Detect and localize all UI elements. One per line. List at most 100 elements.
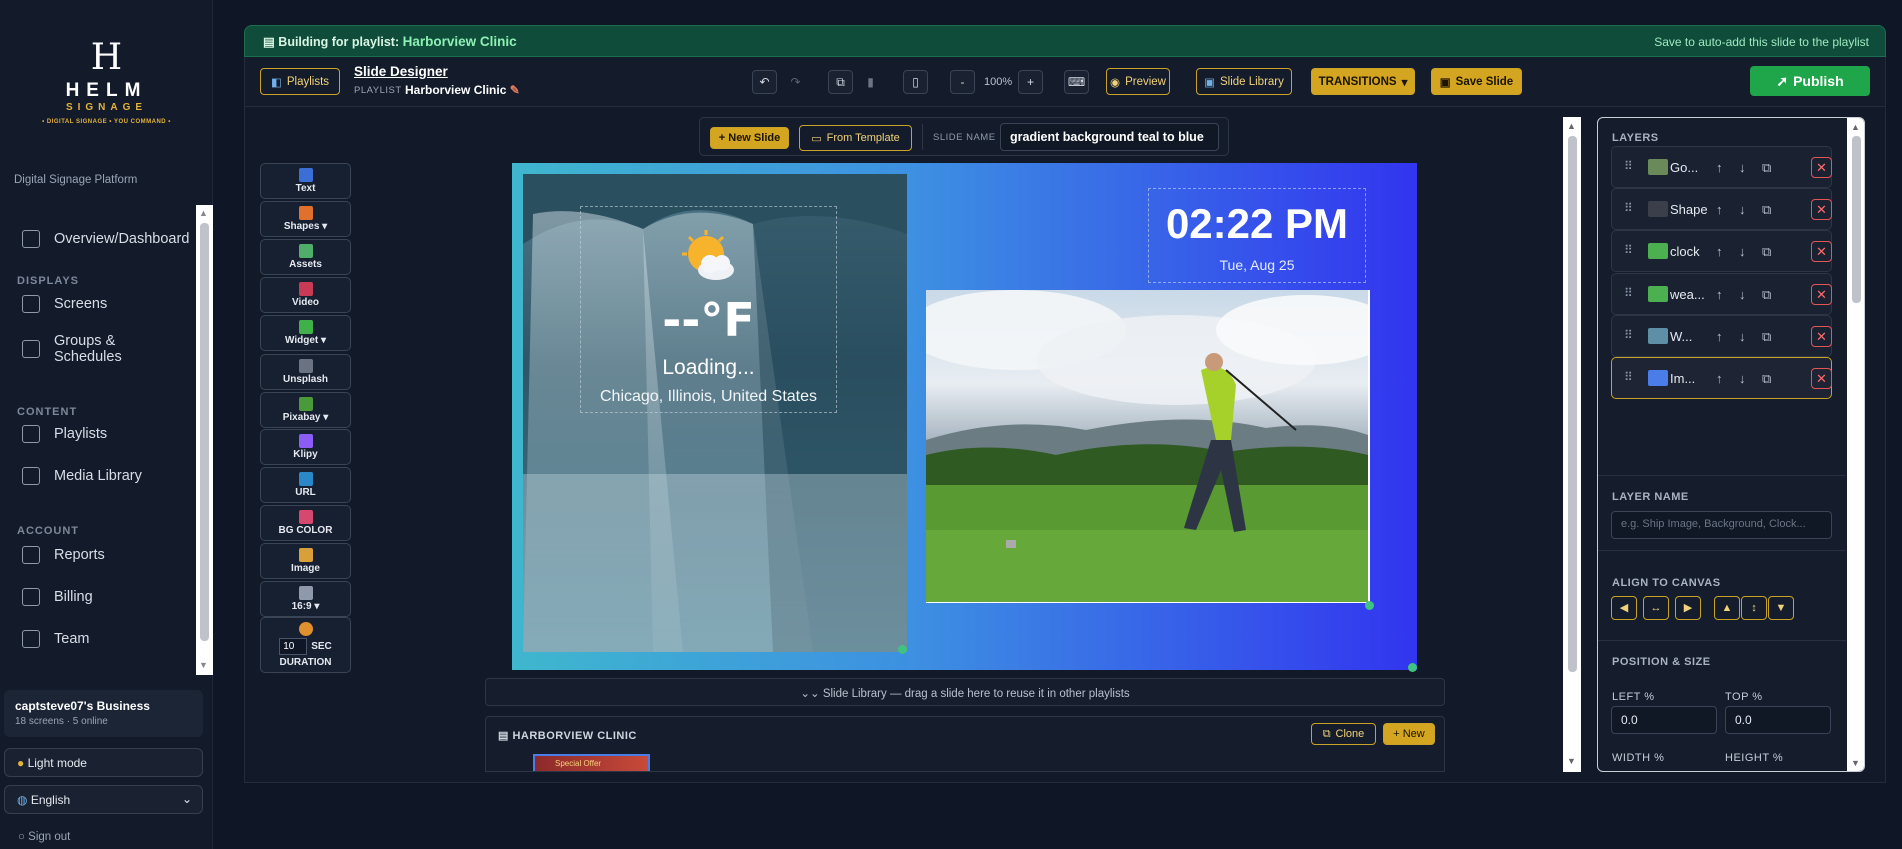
trash-button[interactable]: ▯	[903, 70, 928, 94]
scroll-down-icon[interactable]: ▼	[1567, 756, 1576, 766]
sidebar-item-playlists[interactable]: Playlists	[22, 425, 107, 443]
duplicate-layer-icon[interactable]: ⧉	[1762, 287, 1771, 303]
sidebar-item-overview[interactable]: Overview/Dashboard	[22, 230, 189, 248]
transitions-button[interactable]: TRANSITIONS ▾	[1311, 68, 1415, 95]
sidebar-item-reports[interactable]: Reports	[22, 546, 105, 564]
scroll-down-icon[interactable]: ▼	[1851, 758, 1860, 768]
drag-handle-icon[interactable]: ⠿	[1624, 243, 1633, 257]
drag-handle-icon[interactable]: ⠿	[1624, 159, 1633, 173]
tool-video-button[interactable]: Video	[260, 277, 351, 313]
scroll-up-icon[interactable]: ▲	[199, 208, 208, 218]
layer-name-input[interactable]: e.g. Ship Image, Background, Clock...	[1611, 511, 1832, 539]
slide-thumbnail[interactable]: Special Offer	[533, 754, 650, 771]
delete-layer-icon[interactable]: ✕	[1811, 241, 1832, 263]
layer-item[interactable]: ⠿ Shape ↑ ↓ ⧉ ✕	[1611, 188, 1832, 231]
align-top-button[interactable]: ▲	[1714, 596, 1740, 620]
move-up-icon[interactable]: ↑	[1716, 287, 1723, 302]
keyboard-shortcuts-button[interactable]: ⌨	[1064, 70, 1089, 94]
duplicate-button[interactable]: ⧉	[828, 70, 853, 94]
scroll-up-icon[interactable]: ▲	[1851, 122, 1860, 132]
publish-button[interactable]: ➚ Publish	[1750, 66, 1870, 96]
business-card[interactable]: captsteve07's Business 18 screens · 5 on…	[4, 690, 203, 737]
tool-widget-button[interactable]: Widget ▾	[260, 315, 351, 351]
slide-library-dropzone[interactable]: ⌄⌄ Slide Library — drag a slide here to …	[485, 678, 1445, 706]
resize-handle[interactable]	[898, 645, 907, 654]
delete-layer-icon[interactable]: ✕	[1811, 325, 1832, 347]
duplicate-layer-icon[interactable]: ⧉	[1762, 371, 1771, 387]
align-bottom-button[interactable]: ▼	[1768, 596, 1794, 620]
top-percent-input[interactable]: 0.0	[1725, 706, 1831, 734]
drag-handle-icon[interactable]: ⠿	[1624, 286, 1633, 300]
tool-url-button[interactable]: URL	[260, 467, 351, 503]
sidebar-item-team[interactable]: Team	[22, 630, 89, 648]
panel-scrollbar[interactable]: ▲ ▼	[1847, 118, 1864, 771]
from-template-button[interactable]: ▭ From Template	[799, 125, 912, 151]
layer-item[interactable]: ⠿ Im... ↑ ↓ ⧉ ✕	[1611, 357, 1832, 399]
left-percent-input[interactable]: 0.0	[1611, 706, 1717, 734]
language-select[interactable]: ◍ English ⌄	[4, 785, 203, 814]
move-down-icon[interactable]: ↓	[1739, 371, 1746, 386]
helm-logo[interactable]: H HELM SIGNAGE • DIGITAL SIGNAGE • YOU C…	[0, 40, 213, 126]
resize-handle[interactable]	[1365, 601, 1374, 610]
layer-item[interactable]: ⠿ wea... ↑ ↓ ⧉ ✕	[1611, 272, 1832, 315]
theme-toggle-button[interactable]: ● Light mode	[4, 748, 203, 777]
move-up-icon[interactable]: ↑	[1716, 244, 1723, 259]
sidebar-scrollbar[interactable]: ▲ ▼	[196, 205, 213, 675]
tool-image-button[interactable]: Image	[260, 543, 351, 579]
slide-name-input[interactable]: gradient background teal to blue	[1000, 123, 1219, 151]
zoom-out-button[interactable]: -	[950, 70, 975, 94]
duplicate-layer-icon[interactable]: ⧉	[1762, 244, 1771, 260]
sidebar-item-billing[interactable]: Billing	[22, 588, 93, 606]
scrollbar-thumb[interactable]	[1852, 136, 1861, 303]
move-down-icon[interactable]: ↓	[1739, 202, 1746, 217]
slide-library-button[interactable]: ▣ Slide Library	[1196, 68, 1292, 95]
scrollbar-thumb[interactable]	[1568, 136, 1577, 672]
tool-shapes-button[interactable]: Shapes ▾	[260, 201, 351, 237]
layer-item[interactable]: ⠿ clock ↑ ↓ ⧉ ✕	[1611, 230, 1832, 273]
tool-text-button[interactable]: Text	[260, 163, 351, 199]
duration-input[interactable]: 10	[279, 638, 308, 655]
duplicate-layer-icon[interactable]: ⧉	[1762, 160, 1771, 176]
playlists-button[interactable]: ◧ Playlists	[260, 68, 340, 95]
golf-image-layer[interactable]	[926, 290, 1368, 602]
layer-item[interactable]: ⠿ Go... ↑ ↓ ⧉ ✕	[1611, 146, 1832, 188]
tool-pixabay-button[interactable]: Pixabay ▾	[260, 392, 351, 428]
preview-button[interactable]: ◉ Preview	[1106, 68, 1170, 95]
new-slide-strip-button[interactable]: + New	[1383, 723, 1435, 745]
align-left-button[interactable]: ◀	[1611, 596, 1637, 620]
sidebar-item-media-library[interactable]: Media Library	[22, 467, 142, 485]
move-up-icon[interactable]: ↑	[1716, 202, 1723, 217]
sidebar-item-groups[interactable]: Groups & Schedules	[22, 333, 172, 365]
move-down-icon[interactable]: ↓	[1739, 287, 1746, 302]
delete-layer-icon[interactable]: ✕	[1811, 199, 1832, 221]
tool-assets-button[interactable]: Assets	[260, 239, 351, 275]
layer-item[interactable]: ⠿ W... ↑ ↓ ⧉ ✕	[1611, 314, 1832, 357]
signout-link[interactable]: ○ Sign out	[18, 831, 70, 843]
move-down-icon[interactable]: ↓	[1739, 244, 1746, 259]
tool-bg-color-button[interactable]: BG COLOR	[260, 505, 351, 541]
zoom-in-button[interactable]: +	[1018, 70, 1043, 94]
align-center-v-button[interactable]: ↕	[1741, 596, 1767, 620]
move-down-icon[interactable]: ↓	[1739, 160, 1746, 175]
redo-button[interactable]: ↷	[783, 70, 808, 94]
undo-button[interactable]: ↶	[752, 70, 777, 94]
playlist-name-row[interactable]: Harborview Clinic ✎	[405, 83, 520, 97]
tool-16-9-button[interactable]: 16:9 ▾	[260, 581, 351, 617]
drag-handle-icon[interactable]: ⠿	[1624, 370, 1633, 384]
tool-klipy-button[interactable]: Klipy	[260, 429, 351, 465]
scroll-up-icon[interactable]: ▲	[1567, 121, 1576, 131]
sidebar-item-screens[interactable]: Screens	[22, 295, 107, 313]
move-up-icon[interactable]: ↑	[1716, 329, 1723, 344]
drag-handle-icon[interactable]: ⠿	[1624, 201, 1633, 215]
move-down-icon[interactable]: ↓	[1739, 329, 1746, 344]
move-up-icon[interactable]: ↑	[1716, 160, 1723, 175]
new-slide-button[interactable]: + New Slide	[710, 127, 789, 149]
move-up-icon[interactable]: ↑	[1716, 371, 1723, 386]
delete-layer-icon[interactable]: ✕	[1811, 157, 1832, 178]
resize-handle[interactable]	[1408, 663, 1417, 672]
tool-unsplash-button[interactable]: Unsplash	[260, 354, 351, 390]
duplicate-layer-icon[interactable]: ⧉	[1762, 202, 1771, 218]
duplicate-layer-icon[interactable]: ⧉	[1762, 329, 1771, 345]
scroll-down-icon[interactable]: ▼	[199, 660, 208, 670]
save-slide-button[interactable]: ▣ Save Slide	[1431, 68, 1522, 95]
